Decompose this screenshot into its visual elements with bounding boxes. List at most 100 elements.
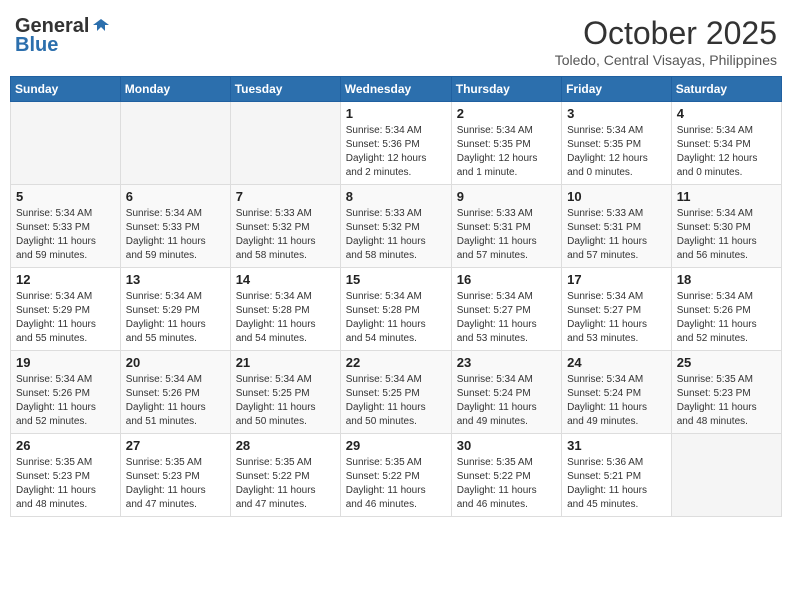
day-info: Sunrise: 5:34 AMSunset: 5:26 PMDaylight:… [677,290,776,346]
weekday-header-friday: Friday [562,77,672,102]
calendar-day-20: 20 Sunrise: 5:34 AMSunset: 5:26 PMDayligh… [120,351,230,434]
calendar-day-14: 14 Sunrise: 5:34 AMSunset: 5:28 PMDayligh… [230,268,340,351]
day-number: 13 [126,272,225,287]
day-number: 25 [677,355,776,370]
day-info: Sunrise: 5:33 AMSunset: 5:32 PMDaylight:… [236,207,335,263]
calendar-day-5: 5Sunrise: 5:34 AMSunset: 5:33 PMDaylight… [11,185,121,268]
day-number: 7 [236,189,335,204]
day-info: Sunrise: 5:34 AMSunset: 5:29 PMDaylight:… [126,290,225,346]
day-number: 20 [126,355,225,370]
calendar-day-empty [671,434,781,517]
day-info: Sunrise: 5:34 AMSunset: 5:34 PMDaylight:… [677,124,776,180]
calendar-day-10: 10 Sunrise: 5:33 AMSunset: 5:31 PMDayligh… [562,185,672,268]
day-info: Sunrise: 5:34 AMSunset: 5:27 PMDaylight:… [457,290,556,346]
day-number: 4 [677,106,776,121]
calendar-day-15: 15 Sunrise: 5:34 AMSunset: 5:28 PMDayligh… [340,268,451,351]
day-info: Sunrise: 5:36 AMSunset: 5:21 PMDaylight:… [567,456,666,512]
day-info: Sunrise: 5:34 AMSunset: 5:36 PMDaylight:… [346,124,446,180]
weekday-header-saturday: Saturday [671,77,781,102]
calendar-week-row: 5Sunrise: 5:34 AMSunset: 5:33 PMDaylight… [11,185,782,268]
calendar-week-row: 26 Sunrise: 5:35 AMSunset: 5:23 PMDayligh… [11,434,782,517]
calendar-day-7: 7 Sunrise: 5:33 AMSunset: 5:32 PMDaylight… [230,185,340,268]
day-number: 8 [346,189,446,204]
day-info: Sunrise: 5:33 AMSunset: 5:31 PMDaylight:… [567,207,666,263]
day-info: Sunrise: 5:34 AMSunset: 5:26 PMDaylight:… [16,373,115,429]
day-info: Sunrise: 5:34 AMSunset: 5:26 PMDaylight:… [126,373,225,429]
calendar-day-28: 28Sunrise: 5:35 AMSunset: 5:22 PMDayligh… [230,434,340,517]
calendar-day-19: 19 Sunrise: 5:34 AMSunset: 5:26 PMDayligh… [11,351,121,434]
calendar-day-11: 11 Sunrise: 5:34 AMSunset: 5:30 PMDayligh… [671,185,781,268]
day-number: 11 [677,189,776,204]
day-number: 29 [346,438,446,453]
day-number: 23 [457,355,556,370]
day-info: Sunrise: 5:34 AMSunset: 5:25 PMDaylight:… [346,373,446,429]
location-title: Toledo, Central Visayas, Philippines [555,52,777,68]
calendar-day-empty [230,102,340,185]
day-number: 31 [567,438,666,453]
calendar-day-21: 21 Sunrise: 5:34 AMSunset: 5:25 PMDayligh… [230,351,340,434]
day-info: Sunrise: 5:34 AMSunset: 5:28 PMDaylight:… [236,290,335,346]
day-info: Sunrise: 5:35 AMSunset: 5:23 PMDaylight:… [16,456,115,512]
calendar-day-3: 3 Sunrise: 5:34 AMSunset: 5:35 PMDaylight… [562,102,672,185]
day-number: 3 [567,106,666,121]
calendar-day-2: 2Sunrise: 5:34 AMSunset: 5:35 PMDaylight… [451,102,561,185]
day-number: 6 [126,189,225,204]
weekday-header-thursday: Thursday [451,77,561,102]
day-number: 27 [126,438,225,453]
day-info: Sunrise: 5:34 AMSunset: 5:24 PMDaylight:… [567,373,666,429]
day-info: Sunrise: 5:33 AMSunset: 5:31 PMDaylight:… [457,207,556,263]
day-info: Sunrise: 5:34 AMSunset: 5:25 PMDaylight:… [236,373,335,429]
day-info: Sunrise: 5:34 AMSunset: 5:24 PMDaylight:… [457,373,556,429]
day-info: Sunrise: 5:35 AMSunset: 5:22 PMDaylight:… [346,456,446,512]
calendar-day-9: 9Sunrise: 5:33 AMSunset: 5:31 PMDaylight… [451,185,561,268]
day-number: 26 [16,438,115,453]
day-info: Sunrise: 5:35 AMSunset: 5:22 PMDaylight:… [236,456,335,512]
logo-bird-icon [91,17,111,37]
day-number: 17 [567,272,666,287]
day-number: 16 [457,272,556,287]
day-number: 10 [567,189,666,204]
logo: General Blue [15,15,111,57]
calendar-day-17: 17 Sunrise: 5:34 AMSunset: 5:27 PMDayligh… [562,268,672,351]
calendar-day-empty [120,102,230,185]
calendar-day-18: 18 Sunrise: 5:34 AMSunset: 5:26 PMDayligh… [671,268,781,351]
day-number: 1 [346,106,446,121]
logo-blue: Blue [15,34,58,57]
calendar-week-row: 12Sunrise: 5:34 AMSunset: 5:29 PMDayligh… [11,268,782,351]
day-info: Sunrise: 5:34 AMSunset: 5:33 PMDaylight:… [16,207,115,263]
day-info: Sunrise: 5:34 AMSunset: 5:29 PMDaylight:… [16,290,115,346]
title-block: October 2025 Toledo, Central Visayas, Ph… [555,15,777,68]
page-header: General Blue October 2025 Toledo, Centra… [10,10,782,68]
calendar-day-4: 4 Sunrise: 5:34 AMSunset: 5:34 PMDaylight… [671,102,781,185]
day-info: Sunrise: 5:34 AMSunset: 5:30 PMDaylight:… [677,207,776,263]
calendar-week-row: 19 Sunrise: 5:34 AMSunset: 5:26 PMDayligh… [11,351,782,434]
month-title: October 2025 [555,15,777,52]
day-number: 15 [346,272,446,287]
day-info: Sunrise: 5:34 AMSunset: 5:35 PMDaylight:… [457,124,556,180]
calendar-day-13: 13 Sunrise: 5:34 AMSunset: 5:29 PMDayligh… [120,268,230,351]
day-info: Sunrise: 5:34 AMSunset: 5:27 PMDaylight:… [567,290,666,346]
calendar-day-29: 29 Sunrise: 5:35 AMSunset: 5:22 PMDayligh… [340,434,451,517]
weekday-header-sunday: Sunday [11,77,121,102]
day-number: 21 [236,355,335,370]
weekday-header-row: SundayMondayTuesdayWednesdayThursdayFrid… [11,77,782,102]
day-info: Sunrise: 5:34 AMSunset: 5:35 PMDaylight:… [567,124,666,180]
calendar-day-30: 30Sunrise: 5:35 AMSunset: 5:22 PMDayligh… [451,434,561,517]
calendar-day-8: 8Sunrise: 5:33 AMSunset: 5:32 PMDaylight… [340,185,451,268]
calendar-day-27: 27Sunrise: 5:35 AMSunset: 5:23 PMDayligh… [120,434,230,517]
calendar-day-31: 31 Sunrise: 5:36 AMSunset: 5:21 PMDayligh… [562,434,672,517]
calendar-day-6: 6Sunrise: 5:34 AMSunset: 5:33 PMDaylight… [120,185,230,268]
day-info: Sunrise: 5:35 AMSunset: 5:23 PMDaylight:… [677,373,776,429]
calendar-day-12: 12Sunrise: 5:34 AMSunset: 5:29 PMDayligh… [11,268,121,351]
calendar-week-row: 1 Sunrise: 5:34 AMSunset: 5:36 PMDaylight… [11,102,782,185]
calendar-day-22: 22Sunrise: 5:34 AMSunset: 5:25 PMDayligh… [340,351,451,434]
day-info: Sunrise: 5:35 AMSunset: 5:22 PMDaylight:… [457,456,556,512]
calendar-day-16: 16 Sunrise: 5:34 AMSunset: 5:27 PMDayligh… [451,268,561,351]
calendar-day-24: 24 Sunrise: 5:34 AMSunset: 5:24 PMDayligh… [562,351,672,434]
day-number: 24 [567,355,666,370]
calendar-day-1: 1 Sunrise: 5:34 AMSunset: 5:36 PMDaylight… [340,102,451,185]
day-number: 19 [16,355,115,370]
day-number: 14 [236,272,335,287]
day-info: Sunrise: 5:34 AMSunset: 5:28 PMDaylight:… [346,290,446,346]
day-number: 18 [677,272,776,287]
